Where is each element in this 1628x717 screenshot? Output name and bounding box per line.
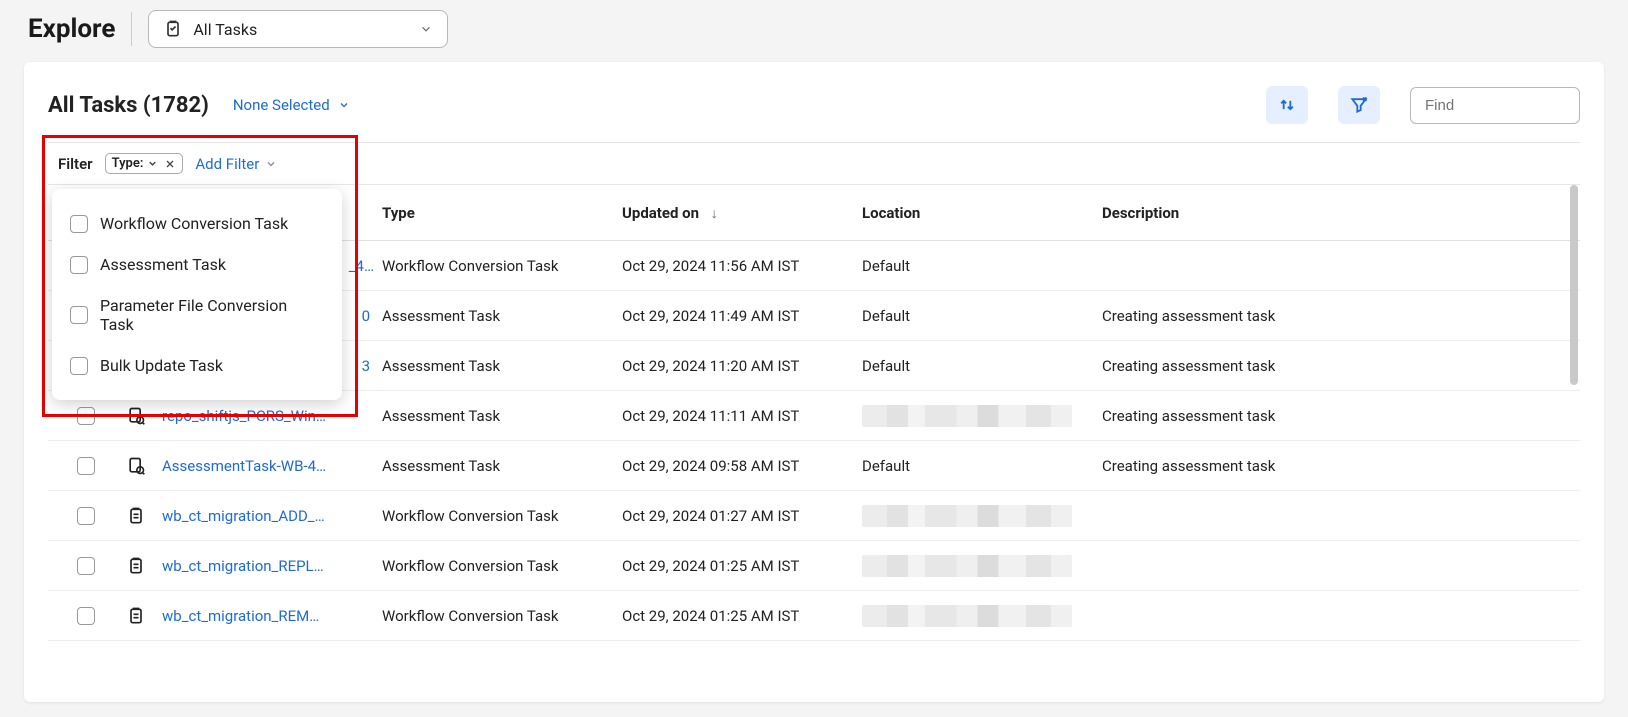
- selection-dropdown[interactable]: None Selected: [233, 96, 350, 114]
- cell-type: Assessment Task: [376, 307, 616, 325]
- page-title: Explore: [28, 14, 115, 44]
- cell-updated: Oct 29, 2024 11:56 AM IST: [616, 257, 856, 275]
- cell-location: [856, 605, 1096, 627]
- row-checkbox[interactable]: [77, 607, 95, 625]
- row-checkbox[interactable]: [77, 507, 95, 525]
- scrollbar-thumb[interactable]: [1570, 185, 1578, 385]
- checkbox[interactable]: [70, 306, 88, 324]
- table-row: wb_ct_migration_REM… Workflow Conversion…: [48, 591, 1580, 641]
- checkbox[interactable]: [70, 256, 88, 274]
- cell-type: Assessment Task: [376, 357, 616, 375]
- filter-chip-type[interactable]: Type:: [105, 153, 184, 174]
- option-label: Assessment Task: [100, 255, 226, 274]
- task-scope-label: All Tasks: [193, 20, 257, 39]
- redacted-location: [862, 405, 1072, 427]
- clipboard-icon: [163, 19, 183, 39]
- cell-type: Assessment Task: [376, 407, 616, 425]
- col-updated[interactable]: Updated on ↓: [616, 204, 856, 222]
- col-description[interactable]: Description: [1096, 204, 1580, 222]
- cell-updated: Oct 29, 2024 11:49 AM IST: [616, 307, 856, 325]
- cell-description: Creating assessment task: [1096, 407, 1580, 425]
- table-row: wb_ct_migration_ADD_… Workflow Conversio…: [48, 491, 1580, 541]
- clipboard-icon: [116, 606, 156, 626]
- chevron-down-icon: [419, 22, 433, 36]
- cell-location: [856, 555, 1096, 577]
- list-title: All Tasks (1782): [48, 93, 209, 118]
- sort-arrows-icon: [1277, 95, 1297, 115]
- table-row: wb_ct_migration_REPL… Workflow Conversio…: [48, 541, 1580, 591]
- cell-type: Workflow Conversion Task: [376, 557, 616, 575]
- redacted-location: [862, 505, 1072, 527]
- cell-updated: Oct 29, 2024 01:25 AM IST: [616, 607, 856, 625]
- filter-option-bulk-update[interactable]: Bulk Update Task: [60, 345, 334, 386]
- option-label: Bulk Update Task: [100, 356, 223, 375]
- cell-type: Workflow Conversion Task: [376, 607, 616, 625]
- filter-label: Filter: [58, 155, 93, 173]
- redacted-location: [862, 555, 1072, 577]
- col-location[interactable]: Location: [856, 204, 1096, 222]
- filter-option-assessment[interactable]: Assessment Task: [60, 244, 334, 285]
- cell-location: Default: [856, 257, 1096, 275]
- cell-location: [856, 505, 1096, 527]
- vertical-divider: [131, 12, 132, 46]
- cell-updated: Oct 29, 2024 09:58 AM IST: [616, 457, 856, 475]
- cell-location: Default: [856, 307, 1096, 325]
- arrow-down-icon: ↓: [711, 206, 718, 222]
- clipboard-icon: [116, 556, 156, 576]
- add-filter-label: Add Filter: [195, 155, 259, 173]
- cell-location: [856, 405, 1096, 427]
- cell-updated: Oct 29, 2024 11:20 AM IST: [616, 357, 856, 375]
- cell-location: Default: [856, 357, 1096, 375]
- filter-option-parameter-file-conversion[interactable]: Parameter File Conversion Task: [60, 285, 334, 345]
- assessment-icon: [116, 406, 156, 426]
- option-label: Workflow Conversion Task: [100, 214, 288, 233]
- cell-updated: Oct 29, 2024 01:27 AM IST: [616, 507, 856, 525]
- filter-button[interactable]: [1338, 86, 1380, 124]
- sort-button[interactable]: [1266, 86, 1308, 124]
- selection-label: None Selected: [233, 96, 330, 114]
- cell-description: Creating assessment task: [1096, 307, 1580, 325]
- filter-option-workflow-conversion[interactable]: Workflow Conversion Task: [60, 203, 334, 244]
- cell-type: Workflow Conversion Task: [376, 507, 616, 525]
- col-updated-label: Updated on: [622, 204, 699, 222]
- task-name-link[interactable]: AssessmentTask-WB-4…: [156, 457, 376, 475]
- add-filter-button[interactable]: Add Filter: [195, 155, 277, 173]
- row-checkbox[interactable]: [77, 557, 95, 575]
- task-name-link[interactable]: wb_ct_migration_ADD_…: [156, 507, 376, 525]
- clipboard-icon: [116, 506, 156, 526]
- task-scope-selector[interactable]: All Tasks: [148, 10, 448, 48]
- chevron-down-icon: [338, 99, 350, 111]
- close-icon[interactable]: [164, 158, 176, 170]
- chevron-down-icon: [265, 158, 277, 170]
- row-checkbox[interactable]: [77, 407, 95, 425]
- cell-updated: Oct 29, 2024 11:11 AM IST: [616, 407, 856, 425]
- task-name-link[interactable]: repo_shiftjs_PCRS_Win…: [156, 407, 376, 425]
- row-checkbox[interactable]: [77, 457, 95, 475]
- redacted-location: [862, 605, 1072, 627]
- funnel-x-icon: [1349, 95, 1369, 115]
- task-name-link[interactable]: wb_ct_migration_REPL…: [156, 557, 376, 575]
- cell-description: Creating assessment task: [1096, 457, 1580, 475]
- cell-type: Assessment Task: [376, 457, 616, 475]
- cell-description: Creating assessment task: [1096, 357, 1580, 375]
- option-label: Parameter File Conversion Task: [100, 296, 324, 334]
- filter-chip-label: Type:: [112, 156, 144, 171]
- find-input[interactable]: [1410, 87, 1580, 124]
- task-name-link[interactable]: wb_ct_migration_REM…: [156, 607, 376, 625]
- vertical-scrollbar[interactable]: [1570, 185, 1578, 641]
- cell-updated: Oct 29, 2024 01:25 AM IST: [616, 557, 856, 575]
- assessment-icon: [116, 456, 156, 476]
- chevron-down-icon: [147, 158, 158, 169]
- checkbox[interactable]: [70, 215, 88, 233]
- type-filter-dropdown: Workflow Conversion Task Assessment Task…: [52, 189, 342, 400]
- col-type[interactable]: Type: [376, 204, 616, 222]
- table-row: AssessmentTask-WB-4… Assessment Task Oct…: [48, 441, 1580, 491]
- checkbox[interactable]: [70, 357, 88, 375]
- cell-type: Workflow Conversion Task: [376, 257, 616, 275]
- cell-location: Default: [856, 457, 1096, 475]
